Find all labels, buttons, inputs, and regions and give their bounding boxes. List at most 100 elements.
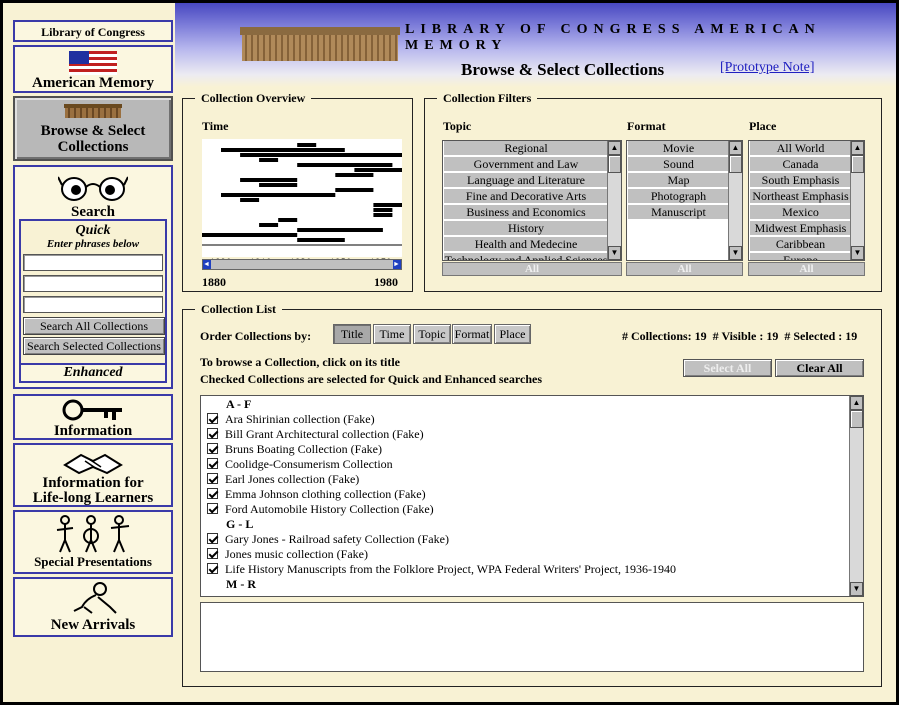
- place-option[interactable]: Europe: [750, 253, 851, 260]
- topic-option[interactable]: Government and Law: [444, 157, 608, 172]
- checkbox[interactable]: [207, 563, 218, 574]
- collection-title-link[interactable]: Coolidge-Consumerism Collection: [225, 457, 393, 471]
- topic-option[interactable]: Fine and Decorative Arts: [444, 189, 608, 204]
- place-option[interactable]: Mexico: [750, 205, 851, 220]
- format-all-button[interactable]: All: [626, 262, 743, 276]
- format-scrollbar[interactable]: ▲ ▼: [728, 141, 742, 260]
- topic-option[interactable]: Technology and Applied Sciences: [444, 253, 608, 260]
- clear-all-button[interactable]: Clear All: [775, 359, 864, 377]
- list-item[interactable]: Jones music collection (Fake): [207, 547, 368, 562]
- scroll-up-icon[interactable]: ▲: [851, 141, 864, 155]
- list-item[interactable]: Emma Johnson clothing collection (Fake): [207, 487, 426, 502]
- topic-option[interactable]: Language and Literature: [444, 173, 608, 188]
- list-item[interactable]: Ara Shirinian collection (Fake): [207, 412, 375, 427]
- slider-left-handle[interactable]: ◄: [203, 260, 211, 269]
- checkbox[interactable]: [207, 413, 218, 424]
- collection-title-link[interactable]: Ford Automobile History Collection (Fake…: [225, 502, 434, 516]
- search-phrase-2-input[interactable]: [23, 275, 163, 292]
- scroll-down-icon[interactable]: ▼: [851, 246, 864, 260]
- time-range-slider[interactable]: ◄ ►: [202, 259, 402, 270]
- format-listbox[interactable]: Movie Sound Map Photograph Manuscript ▲ …: [626, 140, 743, 261]
- place-option[interactable]: Caribbean: [750, 237, 851, 252]
- topic-option[interactable]: Regional: [444, 141, 608, 156]
- lifelong-learners-link[interactable]: Information for Life-long Learners: [13, 443, 173, 507]
- collection-title-link[interactable]: Life History Manuscripts from the Folklo…: [225, 562, 676, 576]
- list-item[interactable]: Bill Grant Architectural collection (Fak…: [207, 427, 424, 442]
- slider-right-handle[interactable]: ►: [393, 260, 401, 269]
- format-option[interactable]: Manuscript: [628, 205, 729, 220]
- search-phrase-1-input[interactable]: [23, 254, 163, 271]
- scroll-thumb[interactable]: [729, 155, 742, 173]
- place-option[interactable]: All World: [750, 141, 851, 156]
- place-listbox[interactable]: All World Canada South Emphasis Northeas…: [748, 140, 865, 261]
- american-memory-link[interactable]: American Memory: [13, 45, 173, 93]
- scroll-down-icon[interactable]: ▼: [850, 582, 863, 596]
- new-arrivals-link[interactable]: New Arrivals: [13, 577, 173, 637]
- list-item[interactable]: Bruns Boating Collection (Fake): [207, 442, 382, 457]
- scroll-up-icon[interactable]: ▲: [729, 141, 742, 155]
- topic-option[interactable]: Business and Economics: [444, 205, 608, 220]
- search-selected-button[interactable]: Search Selected Collections: [23, 337, 165, 355]
- place-option[interactable]: Midwest Emphasis: [750, 221, 851, 236]
- topic-listbox[interactable]: Regional Government and Law Language and…: [442, 140, 622, 261]
- scroll-up-icon[interactable]: ▲: [850, 396, 863, 410]
- list-item[interactable]: Earl Jones collection (Fake): [207, 472, 359, 487]
- collection-title-link[interactable]: Ara Shirinian collection (Fake): [225, 412, 375, 426]
- order-format-button[interactable]: Format: [452, 324, 492, 344]
- place-option[interactable]: Canada: [750, 157, 851, 172]
- list-item[interactable]: Coolidge-Consumerism Collection: [207, 457, 393, 472]
- list-item[interactable]: Gary Jones - Railroad safety Collection …: [207, 532, 449, 547]
- comb-icon: [64, 104, 122, 118]
- format-option[interactable]: Sound: [628, 157, 729, 172]
- collection-title-link[interactable]: Bruns Boating Collection (Fake): [225, 442, 382, 456]
- format-option[interactable]: Movie: [628, 141, 729, 156]
- order-time-button[interactable]: Time: [373, 324, 411, 344]
- checkbox[interactable]: [207, 428, 218, 439]
- scroll-down-icon[interactable]: ▼: [608, 246, 621, 260]
- scroll-thumb[interactable]: [851, 155, 864, 173]
- prototype-note-link[interactable]: [Prototype Note]: [720, 60, 814, 76]
- place-option[interactable]: South Emphasis: [750, 173, 851, 188]
- list-item[interactable]: Life History Manuscripts from the Folklo…: [207, 562, 676, 577]
- loc-label: Library of Congress: [41, 25, 145, 39]
- checkbox[interactable]: [207, 488, 218, 499]
- checkbox[interactable]: [207, 458, 218, 469]
- format-option[interactable]: Photograph: [628, 189, 729, 204]
- topic-option[interactable]: Health and Medecine: [444, 237, 608, 252]
- collection-list-scrollbar[interactable]: ▲ ▼: [849, 396, 863, 596]
- scroll-down-icon[interactable]: ▼: [729, 246, 742, 260]
- list-item[interactable]: Ford Automobile History Collection (Fake…: [207, 502, 434, 517]
- collection-title-link[interactable]: Emma Johnson clothing collection (Fake): [225, 487, 426, 501]
- collection-list-legend: Collection List: [195, 302, 282, 317]
- place-all-button[interactable]: All: [748, 262, 865, 276]
- checkbox[interactable]: [207, 443, 218, 454]
- scroll-thumb[interactable]: [850, 410, 863, 428]
- search-all-button[interactable]: Search All Collections: [23, 317, 165, 335]
- scroll-thumb[interactable]: [608, 155, 621, 173]
- checkbox[interactable]: [207, 473, 218, 484]
- order-title-button[interactable]: Title: [333, 324, 371, 344]
- enhanced-search-link[interactable]: Enhanced: [19, 363, 167, 383]
- checkbox[interactable]: [207, 503, 218, 514]
- collection-title-link[interactable]: Earl Jones collection (Fake): [225, 472, 359, 486]
- special-presentations-link[interactable]: Special Presentations: [13, 510, 173, 574]
- format-option[interactable]: Map: [628, 173, 729, 188]
- browse-select-link[interactable]: Browse & Select Collections: [13, 96, 173, 161]
- topic-scrollbar[interactable]: ▲ ▼: [607, 141, 621, 260]
- library-of-congress-link[interactable]: Library of Congress: [13, 20, 173, 42]
- place-option[interactable]: Northeast Emphasis: [750, 189, 851, 204]
- topic-option[interactable]: History: [444, 221, 608, 236]
- checkbox[interactable]: [207, 548, 218, 559]
- collection-title-link[interactable]: Gary Jones - Railroad safety Collection …: [225, 532, 449, 546]
- topic-all-button[interactable]: All: [442, 262, 622, 276]
- information-link[interactable]: Information: [13, 394, 173, 440]
- place-scrollbar[interactable]: ▲ ▼: [850, 141, 864, 260]
- order-topic-button[interactable]: Topic: [413, 324, 451, 344]
- checkbox[interactable]: [207, 533, 218, 544]
- select-all-button[interactable]: Select All: [683, 359, 772, 377]
- order-place-button[interactable]: Place: [494, 324, 531, 344]
- collection-title-link[interactable]: Jones music collection (Fake): [225, 547, 368, 561]
- search-phrase-3-input[interactable]: [23, 296, 163, 313]
- collection-title-link[interactable]: Bill Grant Architectural collection (Fak…: [225, 427, 424, 441]
- scroll-up-icon[interactable]: ▲: [608, 141, 621, 155]
